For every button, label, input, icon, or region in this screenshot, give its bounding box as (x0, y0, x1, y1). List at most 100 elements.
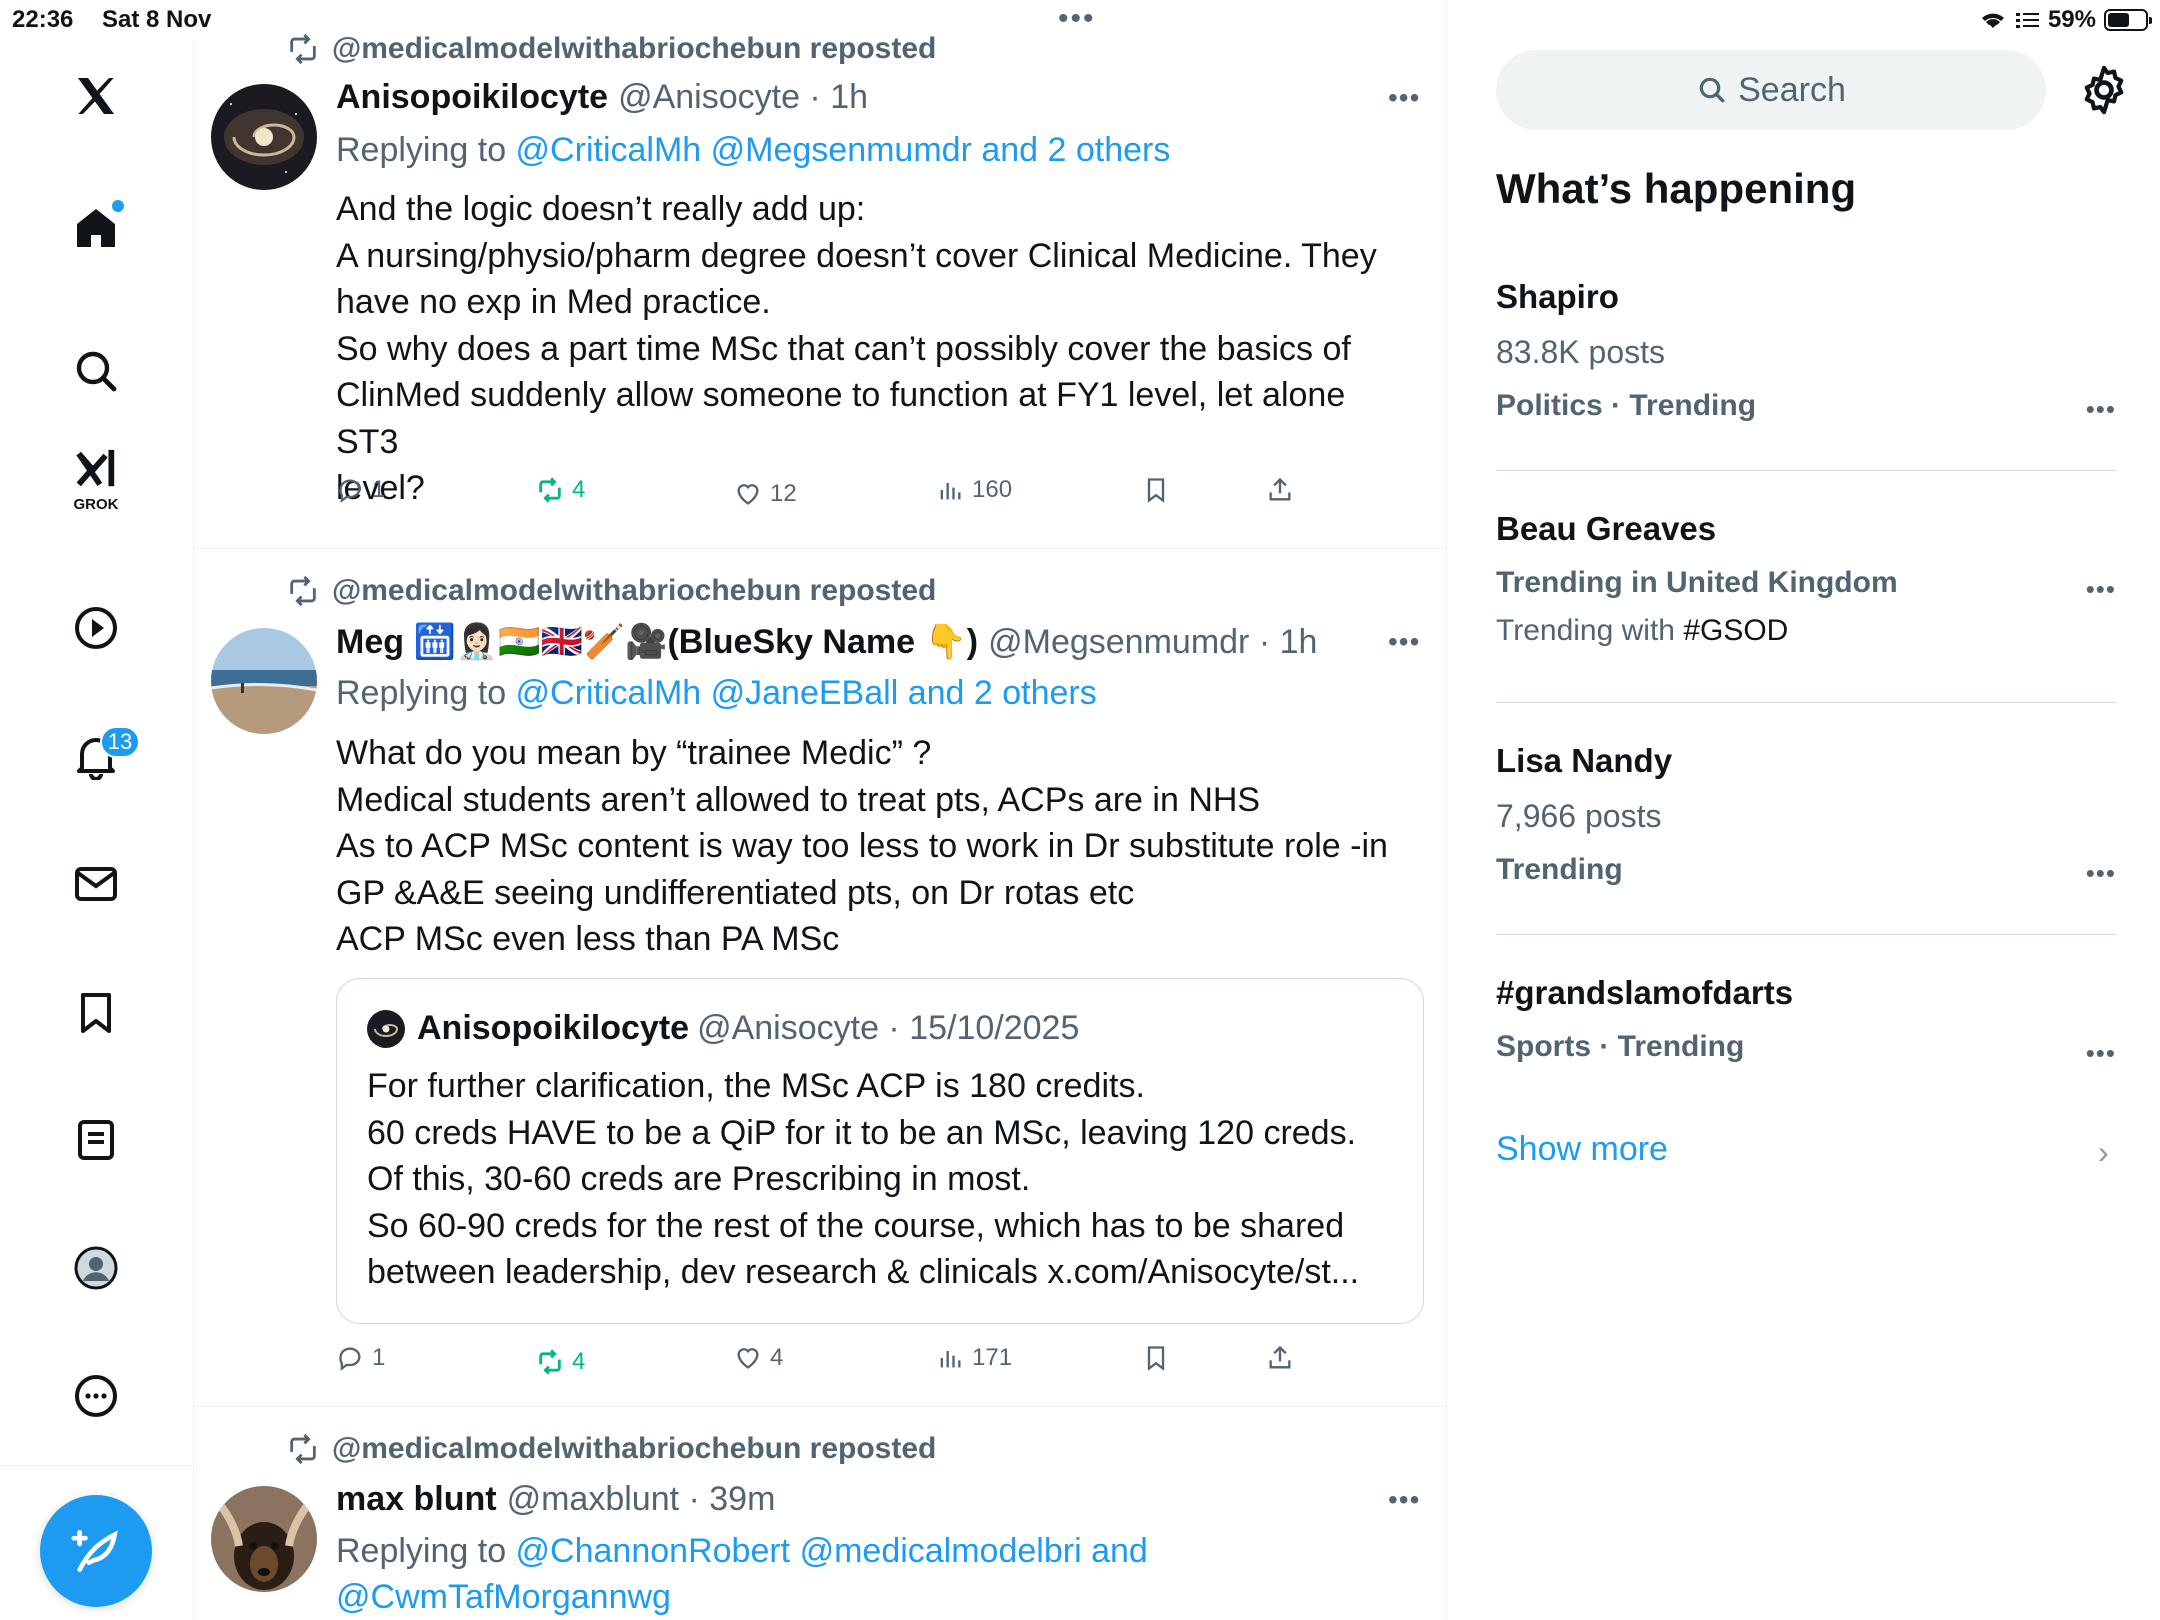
trend-more-icon[interactable]: ••• (2086, 574, 2116, 605)
trend-more-icon[interactable]: ••• (2086, 394, 2116, 425)
profile-icon[interactable] (58, 1230, 134, 1306)
grok-icon[interactable]: GROK (58, 440, 134, 516)
timeline-feed[interactable]: @medicalmodelwithabriochebun reposted An… (194, 0, 1447, 1620)
tweet-text-line: ACP MSc even less than PA MSc (336, 920, 840, 958)
author-name[interactable]: max blunt (336, 1480, 497, 1519)
tweet-text-line: So why does a part time MSc that can’t p… (336, 329, 1351, 368)
trend-item[interactable]: Lisa Nandy 7,966 posts Trending ••• (1496, 742, 2116, 902)
trend-sub-prefix: Trending with (1496, 614, 1684, 647)
play-icon[interactable] (58, 590, 134, 666)
more-options-icon[interactable]: ••• (1388, 1484, 1420, 1516)
tweet[interactable]: @medicalmodelwithabriochebun reposted ma… (194, 1406, 1446, 1620)
settings-gear-icon[interactable] (2076, 62, 2132, 118)
trend-item[interactable]: Beau Greaves Trending in United Kingdom … (1496, 510, 2116, 670)
reply-mentions[interactable]: @ChannonRobert @medicalmodelbri and (516, 1532, 1148, 1570)
trend-item[interactable]: #grandslamofdarts Sports · Trending ••• (1496, 974, 2116, 1084)
more-options-icon[interactable]: ••• (1388, 82, 1420, 114)
divider (1496, 934, 2116, 935)
share-button[interactable] (1266, 476, 1294, 504)
quoted-tweet[interactable]: Anisopoikilocyte @Anisocyte · 15/10/2025… (336, 978, 1424, 1324)
views-icon (940, 1351, 961, 1368)
avatar[interactable] (211, 1486, 317, 1592)
trend-name: Shapiro (1496, 278, 1619, 315)
tweet[interactable]: @medicalmodelwithabriochebun reposted An… (194, 0, 1446, 549)
more-options-icon[interactable]: ••• (1388, 626, 1420, 658)
repost-indicator: @medicalmodelwithabriochebun reposted (286, 1432, 936, 1466)
trend-subtext: Trending with #GSOD (1496, 614, 2116, 648)
repost-count: 4 (572, 476, 586, 503)
chevron-right-icon[interactable]: › (2098, 1134, 2109, 1171)
trend-name: Beau Greaves (1496, 510, 1717, 547)
more-circle-icon[interactable] (58, 1358, 134, 1434)
reply-to-line: Replying to @CriticalMh @JaneEBall and 2… (336, 670, 1097, 716)
whats-happening-title: What’s happening (1496, 165, 1857, 212)
reply-mentions-continued[interactable]: @CwmTafMorgannwg (336, 1574, 1148, 1620)
list-icon[interactable] (58, 1102, 134, 1178)
trend-more-icon[interactable]: ••• (2086, 858, 2116, 889)
like-button[interactable]: 12 (734, 480, 797, 508)
compose-button[interactable] (40, 1495, 152, 1607)
reply-count: 1 (372, 1344, 386, 1371)
show-more-link[interactable]: Show more (1496, 1130, 1668, 1169)
views-button[interactable]: 171 (936, 1344, 1012, 1372)
trend-context: Politics · Trending (1496, 389, 1757, 422)
quoted-author-name: Anisopoikilocyte (417, 1009, 690, 1047)
bookmark-icon[interactable] (58, 975, 134, 1051)
author-name[interactable]: Meg 🛗👩🏻‍⚕️🇮🇳🇬🇧🏏🎥(BlueSky Name 👇) (336, 622, 978, 662)
quoted-author-meta: @Anisocyte · 15/10/2025 (697, 1009, 1080, 1047)
bell-icon[interactable]: 13 (58, 718, 140, 794)
avatar[interactable] (211, 84, 317, 190)
tweet-header: max blunt @maxblunt · 39m (336, 1480, 775, 1519)
bookmark-button[interactable] (1142, 476, 1170, 504)
tweet-text: And the logic doesn’t really add up: A n… (336, 186, 1406, 512)
repost-count: 4 (572, 1348, 586, 1375)
right-sidebar: Search What’s happening Shapiro 83.8K po… (1448, 0, 2160, 1620)
tweet-header: Meg 🛗👩🏻‍⚕️🇮🇳🇬🇧🏏🎥(BlueSky Name 👇) @Megsen… (336, 622, 1317, 662)
author-handle[interactable]: @Anisocyte · 1h (618, 78, 868, 117)
share-button[interactable] (1266, 1344, 1294, 1372)
author-handle[interactable]: @Megsenmumdr · 1h (988, 623, 1317, 662)
tweet-text-line: As to ACP MSc content is way too less to… (336, 827, 1388, 865)
tweet-text-line: A nursing/physio/pharm degree doesn’t co… (336, 236, 1377, 275)
quoted-avatar (367, 1009, 405, 1048)
home-icon[interactable] (58, 190, 134, 266)
trend-sub-tag[interactable]: #GSOD (1683, 614, 1788, 647)
grok-label: GROK (73, 496, 119, 513)
author-name[interactable]: Anisopoikilocyte (336, 78, 608, 117)
status-time: 22:36 (12, 6, 74, 33)
repost-button[interactable]: 4 (536, 476, 585, 504)
search-input[interactable]: Search (1496, 50, 2046, 130)
tweet-text-line: have no exp in Med practice. (336, 283, 771, 321)
mail-icon[interactable] (58, 846, 134, 922)
tweet-text-line: What do you mean by “trainee Medic” ? (336, 734, 932, 772)
avatar[interactable] (211, 628, 317, 734)
reply-prefix: Replying to (336, 674, 516, 712)
view-count: 171 (972, 1344, 1013, 1371)
search-icon[interactable] (58, 333, 134, 409)
reply-mentions[interactable]: @CriticalMh @JaneEBall and 2 others (516, 674, 1097, 712)
reply-button[interactable]: 1 (336, 476, 385, 504)
quoted-tweet-header: Anisopoikilocyte @Anisocyte · 15/10/2025 (367, 1009, 1079, 1048)
repost-text: @medicalmodelwithabriochebun reposted (332, 1432, 937, 1465)
views-icon (940, 483, 961, 500)
like-button[interactable]: 4 (734, 1344, 783, 1372)
repost-button[interactable]: 4 (536, 1348, 585, 1376)
trend-item[interactable]: Shapiro 83.8K posts Politics · Trending … (1496, 278, 2116, 438)
tweet-text-line: ClinMed suddenly allow someone to functi… (336, 376, 1346, 461)
quoted-text-line: So 60-90 creds for the rest of the cours… (367, 1206, 1345, 1245)
bookmark-button[interactable] (1142, 1344, 1170, 1372)
trend-posts: 83.8K posts (1496, 334, 1665, 370)
trend-context: Trending in United Kingdom (1496, 566, 1898, 599)
tweet[interactable]: @medicalmodelwithabriochebun reposted Me… (194, 548, 1446, 1407)
author-handle[interactable]: @maxblunt · 39m (507, 1480, 776, 1519)
heart-icon (737, 484, 759, 505)
trend-name: #grandslamofdarts (1496, 974, 1794, 1011)
reply-button[interactable]: 1 (336, 1344, 385, 1372)
reply-to-line: Replying to @ChannonRobert @medicalmodel… (336, 1528, 1148, 1620)
views-button[interactable]: 160 (936, 476, 1012, 504)
trend-more-icon[interactable]: ••• (2086, 1038, 2116, 1069)
repost-text: @medicalmodelwithabriochebun reposted (332, 574, 937, 607)
tweet-text-line: GP &A&E seeing undifferentiated pts, on … (336, 873, 1135, 912)
x-logo-icon[interactable] (58, 58, 134, 134)
reply-mentions[interactable]: @CriticalMh @Megsenmumdr and 2 others (516, 131, 1171, 169)
